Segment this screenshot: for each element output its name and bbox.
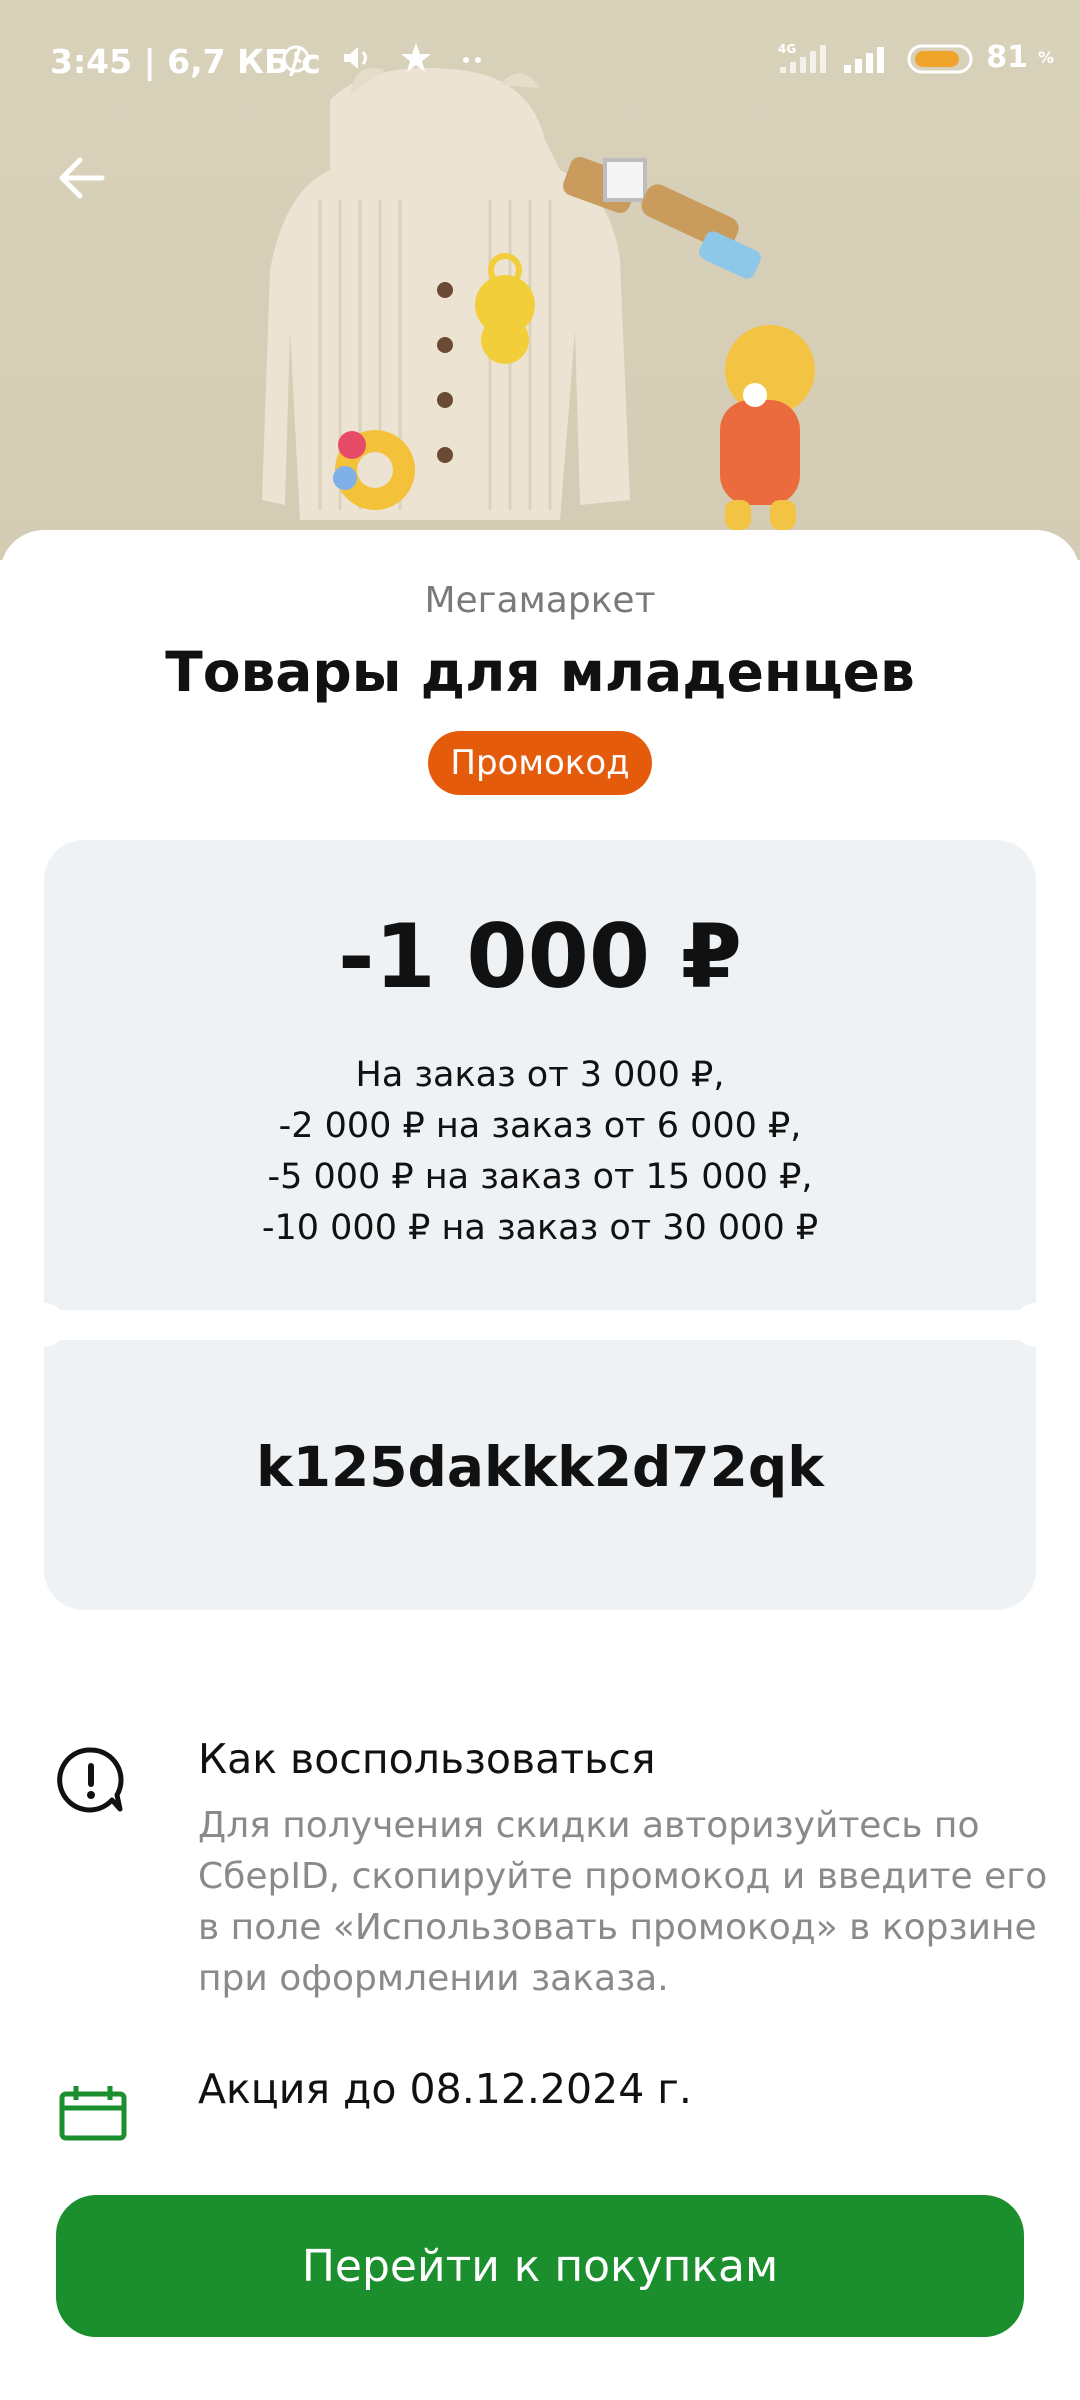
status-bar: 3:45 | 6,7 КБ/с 4G 81 %	[0, 0, 1080, 120]
discount-amount: -1 000 ₽	[338, 905, 742, 1008]
condition-line: -5 000 ₽ на заказ от 15 000 ₽,	[267, 1157, 813, 1197]
alarm-icon	[282, 45, 310, 73]
promo-code[interactable]: k125dakkk2d72qk	[44, 1435, 1036, 1499]
status-right: 4G 81 %	[772, 40, 1054, 75]
ticket-notch-right	[1014, 1303, 1058, 1347]
how-to-text: Для получения скидки авторизуйтесь по Сб…	[198, 1805, 1048, 1999]
battery-icon	[907, 44, 973, 73]
signal-4g-icon: 4G	[778, 42, 827, 73]
promo-badge: Промокод	[428, 731, 652, 795]
condition-line: -10 000 ₽ на заказ от 30 000 ₽	[261, 1208, 819, 1248]
battery-level: 81	[986, 40, 1028, 75]
volume-icon	[344, 47, 367, 69]
signal-icon	[844, 46, 885, 73]
hero-image: 3:45 | 6,7 КБ/с 4G 81 %	[0, 0, 1080, 560]
discount-conditions: На заказ от 3 000 ₽, -2 000 ₽ на заказ о…	[44, 1050, 1036, 1254]
condition-line: -2 000 ₽ на заказ от 6 000 ₽,	[278, 1106, 802, 1146]
badge-wrap: Промокод	[0, 731, 1080, 795]
ticket-perforation	[130, 1313, 950, 1337]
calendar-icon	[59, 2086, 127, 2141]
more-dots-icon	[463, 57, 481, 63]
page-title: Товары для младенцев	[165, 640, 915, 704]
how-to-title: Как воспользоваться	[198, 1735, 656, 1783]
ticket-notch-left	[22, 1303, 66, 1347]
network-label: 4G	[778, 42, 796, 56]
promo-period: Акция до 08.12.2024 г.	[198, 2065, 692, 2113]
star-icon	[401, 43, 431, 72]
back-arrow-icon[interactable]	[52, 148, 112, 208]
go-shopping-button[interactable]: Перейти к покупкам	[56, 2195, 1024, 2337]
condition-line: На заказ от 3 000 ₽,	[355, 1055, 725, 1095]
status-icons	[278, 40, 488, 76]
battery-percent: %	[1037, 48, 1054, 67]
info-bubble-icon	[57, 1747, 124, 1813]
brand-name: Мегамаркет	[424, 580, 656, 621]
